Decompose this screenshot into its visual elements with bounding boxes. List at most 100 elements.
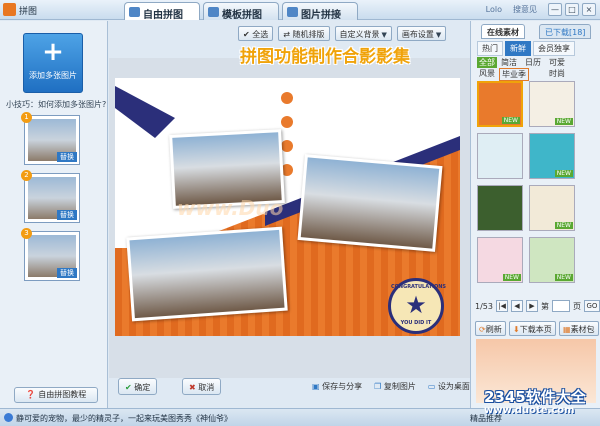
tab-online-materials[interactable]: 在线素材 (481, 24, 525, 39)
subcategory-graduation[interactable]: 毕业季 (499, 68, 529, 81)
canvas-settings-label: 画布设置 (401, 30, 434, 39)
info-icon (4, 413, 13, 422)
material-package-button[interactable]: ▦素材包 (559, 321, 599, 336)
select-all-label: 全选 (252, 30, 269, 39)
copy-image-label: 复制图片 (383, 382, 416, 391)
star-icon: ★ (405, 291, 427, 319)
page-input[interactable] (551, 300, 570, 312)
save-share-label: 保存与分享 (322, 382, 363, 391)
tab-label: 图片拼接 (301, 10, 341, 21)
tab-free-collage[interactable]: 自由拼图 (124, 2, 200, 21)
first-page-button[interactable]: |◀ (495, 300, 508, 312)
set-desktop-button[interactable]: ▭ 设为桌面 (428, 381, 470, 392)
confirm-button[interactable]: ✔ 确定 (118, 378, 158, 395)
minimize-button[interactable]: — (548, 3, 562, 16)
stitch-icon (287, 7, 298, 17)
image-thumbnail[interactable]: 3 替换 (21, 228, 80, 281)
new-badge: NEW (502, 274, 521, 281)
maximize-button[interactable]: □ (565, 3, 579, 16)
new-badge: NEW (554, 170, 573, 177)
template-thumbnail[interactable]: NEW (529, 81, 575, 127)
right-panel: 在线素材 已下载[18] 热门 新鲜 会员独享 全部 简洁 日历 可爱 风景 毕… (470, 21, 600, 408)
left-panel: + 添加多张图片 小技巧：如何添加多张图片? 1 替换 2 替换 3 替换 ❓ 自由拼… (0, 21, 108, 408)
subcategory-all[interactable]: 全部 (477, 57, 497, 68)
category-hot[interactable]: 热门 (477, 41, 503, 56)
subcategory-scenery[interactable]: 风景 (477, 68, 497, 79)
category-new[interactable]: 新鲜 (505, 41, 531, 56)
add-images-button[interactable]: + 添加多张图片 (23, 33, 83, 93)
replace-button[interactable]: 替换 (57, 152, 77, 162)
feedback-link[interactable]: 搜意见 (513, 4, 537, 15)
save-share-button[interactable]: ▣ 保存与分享 (312, 381, 362, 392)
replace-button[interactable]: 替换 (57, 268, 77, 278)
template-thumbnail[interactable] (477, 133, 523, 179)
tab-downloaded[interactable]: 已下载[18] (539, 24, 592, 39)
plus-icon: + (42, 37, 64, 67)
save-icon: ▣ (312, 382, 320, 391)
check-icon: ✔ (125, 383, 132, 392)
refresh-button[interactable]: ⟳刷新 (475, 321, 506, 336)
tip-link[interactable]: 小技巧：如何添加多张图片? (6, 99, 106, 110)
status-text[interactable]: 静可爱的宠物，最少的精灵子，一起来玩美图秀秀《神仙爷》 (16, 413, 232, 424)
image-thumbnail[interactable]: 2 替换 (21, 170, 80, 223)
badge-bottom-text: YOU DID IT (400, 320, 432, 326)
chevron-down-icon: ▼ (381, 31, 387, 39)
template-thumbnail[interactable]: NEW (529, 133, 575, 179)
select-all-button[interactable]: ✔ 全选 (238, 26, 274, 41)
replace-button[interactable]: 替换 (57, 210, 77, 220)
template-thumbnail[interactable]: NEW (477, 237, 523, 283)
subcategory-cute[interactable]: 可爱 (547, 57, 567, 68)
tutorial-button[interactable]: ❓ 自由拼图教程 (14, 387, 98, 403)
canvas-settings-button[interactable]: 画布设置 ▼ (396, 26, 447, 41)
random-layout-button[interactable]: ⇄ 随机排版 (278, 26, 330, 41)
download-page-label: 下载本页 (519, 325, 552, 334)
photo-image (300, 157, 440, 249)
custom-background-label: 自定义背景 (339, 30, 380, 39)
go-prefix: 第 (540, 301, 549, 311)
template-thumbnail[interactable]: NEW (477, 81, 523, 127)
collage-photo[interactable] (297, 154, 443, 252)
template-thumbnail[interactable] (477, 185, 523, 231)
collage-icon (129, 7, 140, 17)
promo-text: 拼图功能制作合影影集 (240, 47, 410, 67)
new-badge: NEW (554, 222, 573, 229)
tutorial-label: 自由拼图教程 (38, 390, 87, 399)
subcategory-fashion[interactable]: 时尚 (547, 68, 567, 79)
subcategory-simple[interactable]: 简洁 (499, 57, 519, 68)
add-images-label: 添加多张图片 (29, 71, 77, 80)
package-icon: ▦ (563, 325, 571, 334)
subcategory-calendar[interactable]: 日历 (523, 57, 543, 68)
go-button[interactable]: GO (583, 300, 600, 312)
copy-icon: ❐ (374, 382, 382, 391)
brand-watermark: 2345软件大全 (484, 388, 586, 406)
custom-background-button[interactable]: 自定义背景 ▼ (334, 26, 392, 41)
download-page-button[interactable]: ⬇下载本页 (509, 321, 556, 336)
collage-photo[interactable] (126, 226, 288, 322)
template-thumbnail[interactable]: NEW (529, 237, 575, 283)
image-thumbnail[interactable]: 1 替换 (21, 112, 80, 165)
canvas-area: www.Duo CONGRATULATIONS ★ YOU DID IT (109, 58, 470, 378)
badge-top-text: CONGRATULATIONS (391, 284, 446, 290)
brand-url: www.duote.com (484, 405, 575, 416)
page-indicator: 1/53 (475, 301, 493, 311)
photo-image (172, 132, 282, 206)
chevron-down-icon: ▼ (435, 31, 442, 39)
desktop-icon: ▭ (427, 382, 436, 391)
user-name[interactable]: Lolo (486, 5, 502, 14)
app-icon (3, 3, 16, 16)
confirm-label: 确定 (134, 383, 151, 392)
congratulations-badge[interactable]: CONGRATULATIONS ★ YOU DID IT (388, 278, 446, 334)
thumbnail-number: 2 (21, 170, 32, 181)
close-icon: ✖ (189, 383, 196, 392)
tab-template-collage[interactable]: 模板拼图 (203, 2, 279, 21)
category-vip[interactable]: 会员独享 (533, 41, 575, 56)
next-page-button[interactable]: ▶ (525, 300, 538, 312)
random-layout-label: 随机排版 (292, 30, 325, 39)
collage-canvas[interactable]: www.Duo CONGRATULATIONS ★ YOU DID IT (115, 78, 460, 336)
copy-image-button[interactable]: ❐ 复制图片 (374, 381, 416, 392)
template-thumbnail[interactable]: NEW (529, 185, 575, 231)
cancel-button[interactable]: ✖ 取消 (182, 378, 222, 395)
prev-page-button[interactable]: ◀ (510, 300, 523, 312)
close-button[interactable]: × (582, 3, 596, 16)
tab-image-stitch[interactable]: 图片拼接 (282, 2, 358, 21)
